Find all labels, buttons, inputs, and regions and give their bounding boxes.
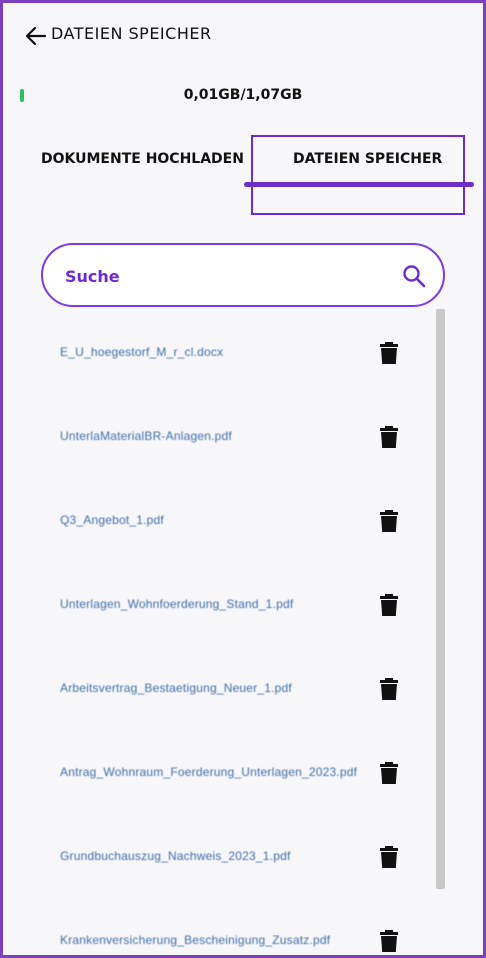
list-item: Antrag_Wohnraum_Foerderung_Unterlagen_20… (3, 731, 483, 815)
file-name-link[interactable]: Q3_Angebot_1.pdf (60, 513, 360, 527)
list-item: Unterlagen_Wohnfoerderung_Stand_1.pdf (3, 563, 483, 647)
arrow-left-icon (25, 26, 47, 46)
file-name-link[interactable]: Grundbuchauszug_Nachweis_2023_1.pdf (60, 849, 360, 863)
active-tab-indicator (244, 182, 474, 187)
trash-icon[interactable] (379, 425, 399, 449)
search-bar (41, 243, 445, 307)
file-name-link[interactable]: E_U_hoegestorf_M_r_cl.docx (60, 345, 360, 359)
trash-icon[interactable] (379, 341, 399, 365)
file-name-link[interactable]: Antrag_Wohnraum_Foerderung_Unterlagen_20… (60, 765, 360, 779)
trash-icon[interactable] (379, 509, 399, 533)
list-item: Krankenversicherung_Bescheinigung_Zusatz… (3, 899, 483, 955)
file-name-link[interactable]: Unterlagen_Wohnfoerderung_Stand_1.pdf (60, 597, 360, 611)
trash-icon[interactable] (379, 677, 399, 701)
storage-usage: 0,01GB/1,07GB (183, 87, 303, 103)
file-list: E_U_hoegestorf_M_r_cl.docx UnterlaMateri… (3, 311, 483, 955)
page-title: DATEIEN SPEICHER (51, 24, 212, 43)
search-icon[interactable] (401, 263, 427, 289)
list-item: Arbeitsvertrag_Bestaetigung_Neuer_1.pdf (3, 647, 483, 731)
list-item: E_U_hoegestorf_M_r_cl.docx (3, 311, 483, 395)
search-input[interactable] (63, 259, 387, 293)
list-item: Grundbuchauszug_Nachweis_2023_1.pdf (3, 815, 483, 899)
trash-icon[interactable] (379, 761, 399, 785)
tab-focus-outline (251, 135, 465, 215)
tab-upload-documents[interactable]: DOKUMENTE HOCHLADEN (41, 151, 244, 167)
app-screen: DATEIEN SPEICHER 0,01GB/1,07GB DOKUMENTE… (3, 3, 483, 955)
app-bar: DATEIEN SPEICHER (3, 3, 483, 67)
file-name-link[interactable]: UnterlaMaterialBR-Anlagen.pdf (60, 429, 360, 443)
trash-icon[interactable] (379, 593, 399, 617)
list-item: UnterlaMaterialBR-Anlagen.pdf (3, 395, 483, 479)
trash-icon[interactable] (379, 845, 399, 869)
list-item: Q3_Angebot_1.pdf (3, 479, 483, 563)
file-name-link[interactable]: Krankenversicherung_Bescheinigung_Zusatz… (60, 933, 360, 947)
back-button[interactable] (21, 21, 51, 51)
file-name-link[interactable]: Arbeitsvertrag_Bestaetigung_Neuer_1.pdf (60, 681, 360, 695)
scrollbar[interactable] (436, 309, 445, 889)
trash-icon[interactable] (379, 929, 399, 953)
